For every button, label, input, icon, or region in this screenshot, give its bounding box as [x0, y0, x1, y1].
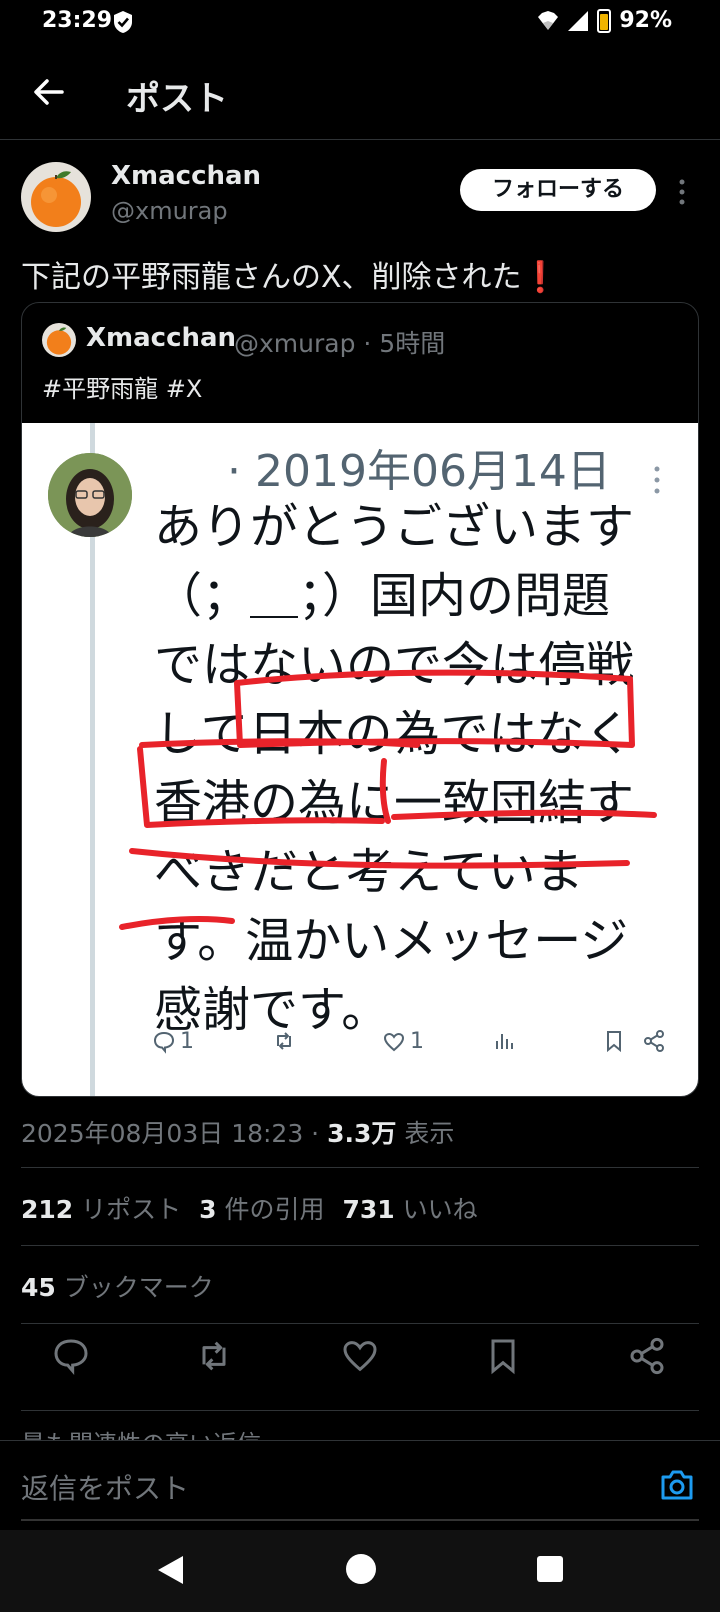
quote-avatar — [42, 323, 76, 357]
shield-icon — [114, 11, 132, 33]
orange-icon — [46, 327, 72, 355]
inner-bookmark — [602, 1029, 626, 1053]
follow-button[interactable]: フォローする — [460, 169, 656, 211]
status-bar: 23:29 92% — [0, 0, 720, 44]
quote-image[interactable]: · 2019年06月14日 ありがとうございます （；＿；）国内の問題 ではない… — [22, 423, 698, 1096]
reply-input[interactable]: 返信をポスト — [21, 1467, 189, 1507]
divider — [21, 1410, 699, 1411]
page-title: ポスト — [126, 79, 228, 119]
system-nav-bar — [0, 1530, 720, 1612]
divider — [21, 1323, 699, 1324]
more-options-icon[interactable] — [677, 178, 687, 206]
quoted-post[interactable]: Xmacchan @xmurap · 5時間 #平野雨龍 #X · 2019年0… — [21, 302, 699, 1097]
quote-hashtags[interactable]: #平野雨龍 #X — [42, 369, 202, 404]
post-body: 下記の平野雨龍さんのX、削除された — [21, 260, 522, 295]
status-right: 92% — [537, 8, 672, 33]
inner-repost — [272, 1029, 296, 1053]
avatar[interactable] — [21, 162, 91, 232]
inner-share — [642, 1029, 666, 1053]
post-text: 下記の平野雨龍さんのX、削除された❗ — [21, 252, 559, 296]
like-stat[interactable]: 731 いいね — [343, 1195, 478, 1224]
bookmark-stat[interactable]: 45 ブックマーク — [21, 1268, 214, 1304]
divider — [21, 1245, 699, 1246]
like-icon[interactable] — [340, 1336, 380, 1376]
comment-icon — [153, 1031, 175, 1054]
battery-level: 92% — [619, 8, 672, 33]
inner-views — [492, 1029, 516, 1053]
action-bar — [0, 1336, 720, 1396]
author-name[interactable]: Xmacchan — [111, 161, 261, 191]
red-highlight-marks — [119, 669, 657, 930]
battery-icon — [597, 8, 612, 33]
repost-icon[interactable] — [194, 1336, 234, 1376]
orange-icon — [31, 171, 81, 227]
share-icon — [644, 1030, 664, 1052]
divider — [21, 1167, 699, 1168]
nav-recents-icon[interactable] — [537, 1556, 563, 1582]
reply-sort-label[interactable]: 最も関連性の高い返信 — [21, 1424, 261, 1440]
repost-stat[interactable]: 212 リポスト — [21, 1195, 181, 1224]
post-timestamp: 2025年08月03日 18:23 · 3.3万 表示 — [21, 1114, 454, 1150]
heart-icon — [383, 1032, 405, 1051]
views-icon — [496, 1034, 513, 1049]
share-icon[interactable] — [627, 1336, 667, 1376]
nav-home-icon[interactable] — [346, 1554, 376, 1584]
top-bar: ポスト — [0, 55, 720, 140]
quote-author-name: Xmacchan — [86, 323, 237, 353]
bookmark-icon[interactable] — [483, 1336, 523, 1376]
post-datetime: 2025年08月03日 18:23 · — [21, 1119, 328, 1148]
inner-action-bar: 1 1 — [152, 1023, 692, 1063]
quote-stat[interactable]: 3 件の引用 — [199, 1195, 324, 1224]
signal-icon — [568, 10, 589, 31]
status-time: 23:29 — [42, 8, 113, 33]
author-handle[interactable]: @xmurap — [111, 197, 228, 225]
inner-like: 1 — [382, 1029, 424, 1054]
inner-like-count: 1 — [410, 1029, 424, 1054]
quote-meta: @xmurap · 5時間 — [234, 329, 446, 358]
camera-icon[interactable] — [659, 1469, 695, 1501]
wifi-icon — [538, 10, 559, 30]
reply-bar: 返信をポスト — [0, 1440, 720, 1526]
view-label: 表示 — [396, 1119, 455, 1148]
repost-icon — [277, 1032, 291, 1050]
bookmark-icon — [607, 1031, 621, 1053]
engagement-stats: 212 リポスト 3 件の引用 731 いいね — [21, 1190, 478, 1226]
inner-reply-count: 1 — [180, 1029, 194, 1054]
view-count: 3.3万 — [327, 1119, 397, 1148]
reply-underline — [21, 1519, 699, 1521]
nav-back-icon[interactable] — [155, 1554, 185, 1586]
reply-icon[interactable] — [51, 1336, 91, 1376]
back-arrow-icon[interactable] — [32, 75, 66, 109]
inner-reply: 1 — [152, 1029, 194, 1054]
exclamation-mark: ❗ — [521, 260, 559, 295]
